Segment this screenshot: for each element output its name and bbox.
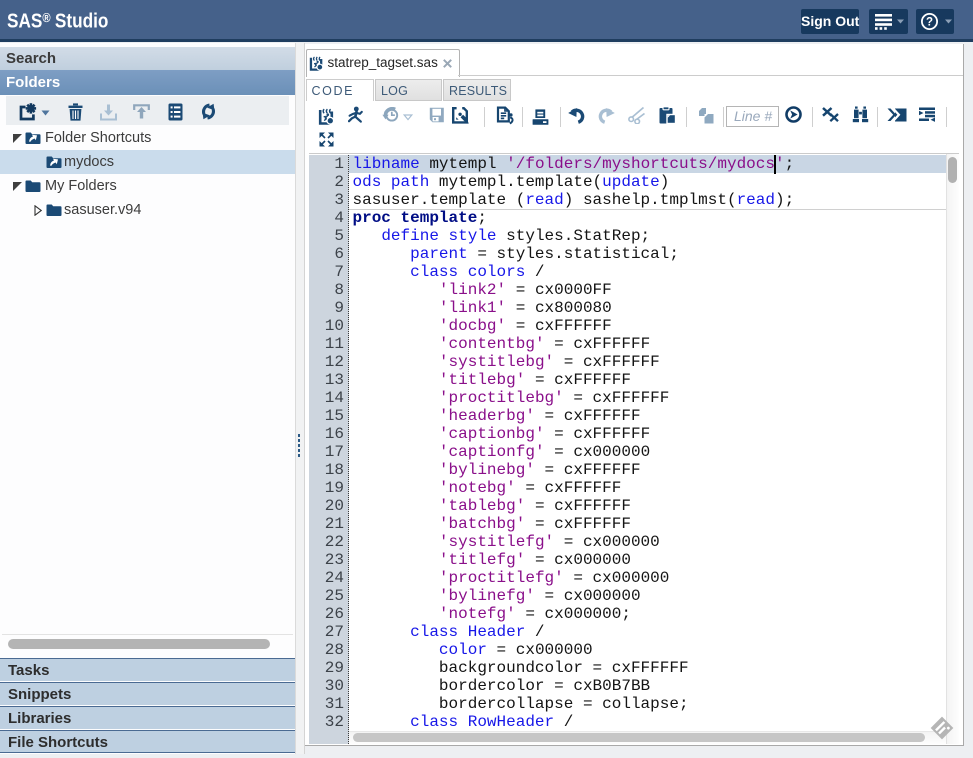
svg-text:?: ? [926,17,933,29]
